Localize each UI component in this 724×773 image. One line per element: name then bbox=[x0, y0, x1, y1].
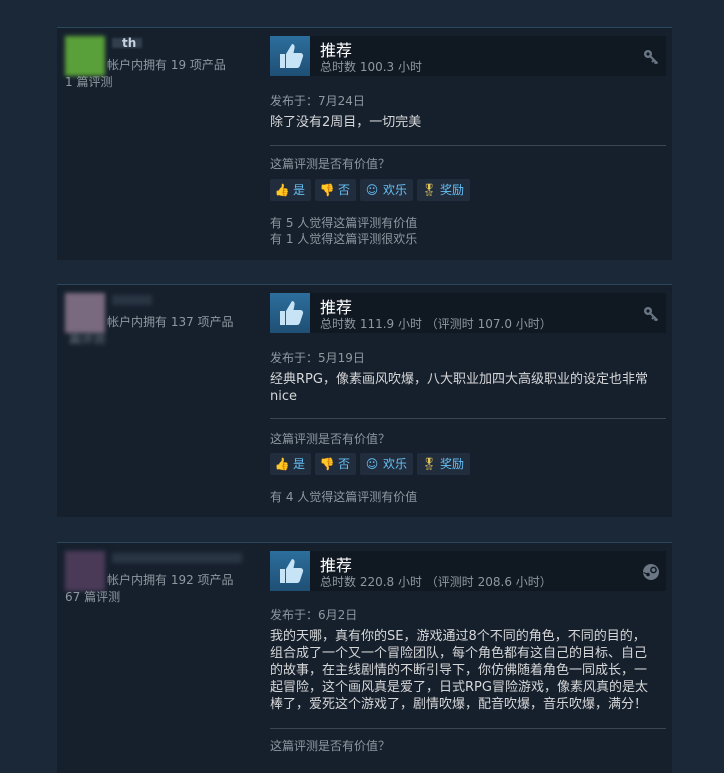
vote-yes-button[interactable]: 👍 是 bbox=[270, 179, 312, 201]
helpful-question: 这篇评测是否有价值？ bbox=[270, 739, 391, 753]
award-button[interactable]: 🎖 奖励 bbox=[417, 453, 471, 475]
posted-date: 发布于：6月2日 bbox=[270, 608, 358, 622]
review-author: 帐户内拥有 137 项产品 篇评测 bbox=[57, 285, 262, 517]
smile-icon: ☺ bbox=[365, 183, 379, 197]
key-icon bbox=[642, 305, 660, 323]
found-helpful: 有 4 人觉得这篇评测有价值 bbox=[270, 490, 418, 504]
posted-date: 发布于：7月24日 bbox=[270, 94, 365, 108]
award-icon: 🎖 bbox=[421, 183, 437, 197]
found-funny: 有 1 人觉得这篇评测很欢乐 bbox=[270, 232, 418, 246]
vote-yes-button[interactable]: 👍 是 bbox=[270, 453, 312, 475]
review-content: 经典RPG，像素画风吹爆，八大职业加四大高级职业的设定也非常nice bbox=[270, 372, 648, 404]
avatar[interactable] bbox=[65, 293, 105, 333]
review-card: 帐户内拥有 192 项产品 67 篇评测 推荐 总时数 220.8 小时 （评测… bbox=[57, 542, 672, 773]
reviews-count[interactable]: 67 篇评测 bbox=[65, 588, 120, 605]
award-button[interactable]: 🎖 奖励 bbox=[417, 179, 471, 201]
hours-played: 总时数 111.9 小时 （评测时 107.0 小时） bbox=[320, 317, 552, 331]
steam-icon bbox=[642, 563, 660, 581]
vote-no-button[interactable]: 👎 否 bbox=[315, 453, 357, 475]
products-owned[interactable]: 帐户内拥有 137 项产品 bbox=[107, 313, 234, 330]
posted-date: 发布于：5月19日 bbox=[270, 351, 365, 365]
helpful-question: 这篇评测是否有价值？ bbox=[270, 432, 391, 446]
products-owned[interactable]: 帐户内拥有 19 项产品 bbox=[107, 56, 226, 73]
smile-icon: ☺ bbox=[365, 457, 379, 471]
vote-no-button[interactable]: 👎 否 bbox=[315, 179, 357, 201]
vote-buttons: 👍 是 👎 否 ☺ 欢乐 🎖 奖励 bbox=[270, 179, 474, 201]
reviews-count[interactable]: 篇评测 bbox=[69, 330, 105, 347]
thumbs-up-icon bbox=[270, 551, 310, 591]
found-helpful: 有 5 人觉得这篇评测有价值 bbox=[270, 216, 418, 230]
thumbs-down-icon: 👎 bbox=[319, 183, 335, 197]
vote-buttons: 👍 是 👎 否 ☺ 欢乐 🎖 奖励 bbox=[270, 453, 474, 475]
key-icon bbox=[642, 48, 660, 66]
vote-header[interactable]: 推荐 总时数 220.8 小时 （评测时 208.6 小时） bbox=[270, 551, 666, 591]
vote-funny-button[interactable]: ☺ 欢乐 bbox=[360, 453, 414, 475]
thumbs-up-icon: 👍 bbox=[274, 457, 290, 471]
award-icon: 🎖 bbox=[421, 457, 437, 471]
award-label: 奖励 bbox=[440, 183, 465, 197]
review-content: 除了没有2周目，一切完美 bbox=[270, 115, 422, 130]
divider bbox=[270, 145, 666, 146]
vote-no-label: 否 bbox=[338, 183, 351, 197]
review-card: th 帐户内拥有 19 项产品 1 篇评测 推荐 总时数 100.3 小时 发布… bbox=[57, 27, 672, 260]
vote-header[interactable]: 推荐 总时数 111.9 小时 （评测时 107.0 小时） bbox=[270, 293, 666, 333]
hours-played: 总时数 220.8 小时 （评测时 208.6 小时） bbox=[320, 575, 552, 589]
username[interactable] bbox=[112, 551, 242, 565]
vote-funny-label: 欢乐 bbox=[383, 457, 408, 471]
vote-no-label: 否 bbox=[338, 457, 351, 471]
avatar[interactable] bbox=[65, 551, 105, 591]
review-content: 我的天哪，真有你的SE，游戏通过8个不同的角色，不同的目的，组合成了一个又一个冒… bbox=[270, 629, 648, 712]
username-text[interactable]: th bbox=[122, 36, 242, 50]
avatar[interactable] bbox=[65, 36, 105, 76]
divider bbox=[270, 418, 666, 419]
vote-yes-label: 是 bbox=[293, 183, 306, 197]
review-author: 帐户内拥有 192 项产品 67 篇评测 bbox=[57, 543, 262, 773]
helpful-question: 这篇评测是否有价值？ bbox=[270, 157, 391, 171]
vote-yes-label: 是 bbox=[293, 457, 306, 471]
thumbs-up-icon bbox=[270, 36, 310, 76]
review-card: 帐户内拥有 137 项产品 篇评测 推荐 总时数 111.9 小时 （评测时 1… bbox=[57, 284, 672, 517]
vote-funny-button[interactable]: ☺ 欢乐 bbox=[360, 179, 414, 201]
hours-played: 总时数 100.3 小时 bbox=[320, 60, 422, 74]
products-owned[interactable]: 帐户内拥有 192 项产品 bbox=[107, 571, 234, 588]
thumbs-up-icon: 👍 bbox=[274, 183, 290, 197]
vote-funny-label: 欢乐 bbox=[383, 183, 408, 197]
vote-header[interactable]: 推荐 总时数 100.3 小时 bbox=[270, 36, 666, 76]
review-author: th 帐户内拥有 19 项产品 1 篇评测 bbox=[57, 28, 262, 260]
divider bbox=[270, 728, 666, 729]
reviews-count[interactable]: 1 篇评测 bbox=[65, 73, 112, 90]
award-label: 奖励 bbox=[440, 457, 465, 471]
thumbs-up-icon bbox=[270, 293, 310, 333]
thumbs-down-icon: 👎 bbox=[319, 457, 335, 471]
username[interactable] bbox=[112, 293, 152, 307]
